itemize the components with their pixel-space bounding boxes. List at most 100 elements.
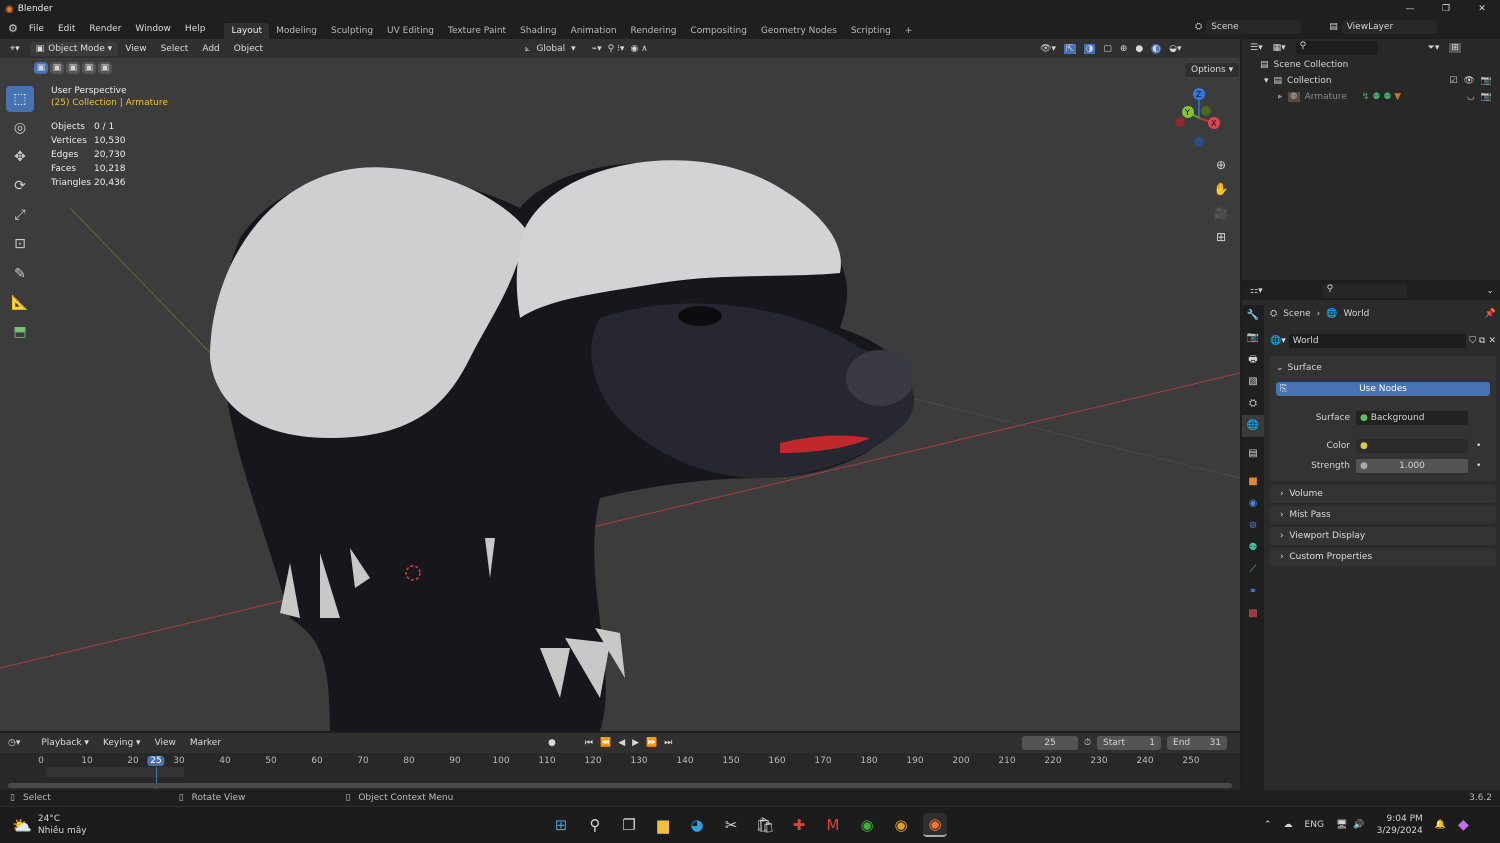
scale-tool-icon[interactable]: ⤢ (6, 202, 34, 228)
app-icon[interactable]: ✚ (787, 813, 811, 837)
timeline-scrollbar[interactable] (8, 783, 1232, 788)
menu-timeline-view[interactable]: View (148, 738, 183, 748)
bone-constraint-tab-icon[interactable]: ⚭ (1242, 581, 1264, 603)
jump-keyframe-forward-icon[interactable]: ⏩ (646, 738, 657, 748)
output-tab-icon[interactable]: 🖶 (1242, 349, 1264, 371)
mail-app-icon[interactable]: M (821, 813, 845, 837)
blender-menu-icon[interactable]: ⚙ (8, 22, 18, 35)
menu-view[interactable]: View (118, 44, 153, 54)
hidden-eye-icon[interactable]: ◡ (1467, 92, 1475, 102)
solid-shading-icon[interactable]: ● (1135, 44, 1143, 54)
task-view-icon[interactable]: ❐ (617, 813, 641, 837)
gizmo-toggle-icon[interactable]: ⇱ (1063, 43, 1076, 54)
current-frame-field[interactable]: 25 (1022, 736, 1078, 750)
tab-sculpting[interactable]: Sculpting (324, 23, 380, 39)
filter-icon[interactable]: ⏷▾ (1428, 43, 1440, 53)
ortho-grid-icon[interactable]: ⊞ (1212, 225, 1230, 249)
collection-tab-icon[interactable]: ▤ (1242, 443, 1264, 465)
tab-geometry-nodes[interactable]: Geometry Nodes (754, 23, 844, 39)
outliner-row-collection[interactable]: ▾ ▤ Collection ☑ 👁 📷 (1242, 73, 1500, 89)
object-data-tab-icon[interactable]: ⚉ (1242, 537, 1264, 559)
scene-icon[interactable]: ⛭ (1195, 22, 1202, 32)
fake-user-icon[interactable]: ⛉ (1469, 336, 1476, 346)
annotate-tool-icon[interactable]: ✎ (6, 261, 34, 287)
tab-scripting[interactable]: Scripting (844, 23, 898, 39)
blender-taskbar-icon[interactable]: ◉ (923, 813, 947, 837)
menu-render[interactable]: Render (82, 24, 128, 34)
tab-rendering[interactable]: Rendering (624, 23, 684, 39)
menu-select[interactable]: Select (154, 44, 196, 54)
language-indicator[interactable]: ENG (1305, 820, 1324, 830)
search-icon[interactable]: ⚲ (583, 813, 607, 837)
jump-start-icon[interactable]: ⏮ (585, 738, 593, 748)
weather-widget[interactable]: ⛅ 24°C Nhiều mây (12, 813, 87, 837)
add-workspace-button[interactable]: + (898, 23, 920, 39)
xray-icon[interactable]: ▢ (1103, 44, 1112, 54)
physics-tab-icon[interactable]: ◉ (1242, 493, 1264, 515)
exclude-checkbox[interactable]: ☑ (1449, 76, 1457, 86)
overlay-toggle-icon[interactable]: ◑ (1083, 43, 1096, 54)
expand-arrow-icon[interactable]: ▾ (1264, 76, 1269, 86)
render-camera-icon[interactable]: 📷 (1481, 76, 1492, 86)
select-subtract-icon[interactable]: ▣ (66, 62, 80, 74)
editor-type-icon[interactable]: ⌖▾ (10, 44, 20, 54)
outliner-filter-icon[interactable]: ▦▾ (1273, 43, 1286, 53)
render-tab-icon[interactable]: 📷 (1242, 327, 1264, 349)
menu-window[interactable]: Window (128, 24, 178, 34)
volume-icon[interactable]: 🔊 (1353, 820, 1364, 830)
select-invert-icon[interactable]: ▣ (82, 62, 96, 74)
pan-hand-icon[interactable]: ✋ (1212, 177, 1230, 201)
jump-keyframe-back-icon[interactable]: ⏪ (600, 738, 611, 748)
duplicate-icon[interactable]: ⧉ (1479, 336, 1485, 346)
select-new-icon[interactable]: ▣ (34, 62, 48, 74)
show-hidden-icons-chevron[interactable]: ⌃ (1264, 820, 1272, 830)
rendered-shading-icon[interactable]: ◒▾ (1169, 44, 1181, 54)
menu-edit[interactable]: Edit (51, 24, 82, 34)
select-extend-icon[interactable]: ▣ (50, 62, 64, 74)
play-reverse-icon[interactable]: ◀ (618, 738, 625, 748)
surface-shader-field[interactable]: ● Background (1356, 410, 1468, 425)
unlink-icon[interactable]: ✕ (1488, 336, 1496, 346)
select-intersect-icon[interactable]: ▣ (98, 62, 112, 74)
tab-modeling[interactable]: Modeling (269, 23, 324, 39)
view-layer-tab-icon[interactable]: ▧ (1242, 371, 1264, 393)
camera-view-icon[interactable]: 🎥 (1212, 201, 1230, 225)
color-field[interactable]: ● (1356, 438, 1468, 453)
measure-tool-icon[interactable]: 📐 (6, 290, 34, 316)
file-explorer-icon[interactable]: ▆ (651, 813, 675, 837)
tab-texture-paint[interactable]: Texture Paint (441, 23, 513, 39)
jump-end-icon[interactable]: ⏭ (664, 738, 672, 748)
world-name-field[interactable]: World (1288, 334, 1467, 348)
view-layer-icon[interactable]: ▤ (1329, 22, 1338, 32)
material-shading-icon[interactable]: ◐ (1151, 43, 1162, 54)
tool-tab-icon[interactable]: 🔧 (1242, 305, 1264, 327)
menu-playback[interactable]: Playback ▾ (34, 738, 96, 748)
onedrive-cloud-icon[interactable]: ☁ (1284, 820, 1293, 830)
windows-start-icon[interactable]: ⊞ (549, 813, 573, 837)
menu-add[interactable]: Add (195, 44, 226, 54)
mode-dropdown[interactable]: ▣ Object Mode ▾ (29, 41, 119, 56)
snipping-tool-icon[interactable]: ✂ (719, 813, 743, 837)
outliner-row-scene-collection[interactable]: ▤ Scene Collection (1242, 57, 1500, 73)
auto-keying-icon[interactable]: ● (548, 738, 556, 748)
orientation-dropdown[interactable]: Global (536, 44, 565, 54)
end-frame-field[interactable]: End 31 (1167, 736, 1228, 750)
play-icon[interactable]: ▶ (632, 738, 639, 748)
menu-file[interactable]: File (22, 24, 51, 34)
move-tool-icon[interactable]: ✥ (6, 144, 34, 170)
texture-tab-icon[interactable]: ▩ (1242, 603, 1264, 625)
properties-editor-type-icon[interactable]: ⚏▾ (1250, 286, 1263, 296)
preview-range-icon[interactable]: ⏱ (1084, 738, 1091, 748)
maximize-button[interactable]: ❐ (1428, 4, 1464, 14)
tab-compositing[interactable]: Compositing (684, 23, 754, 39)
tab-layout[interactable]: Layout (224, 23, 270, 39)
options-button[interactable]: Options ▾ (1185, 63, 1240, 77)
menu-help[interactable]: Help (178, 24, 213, 34)
start-frame-field[interactable]: Start 1 (1097, 736, 1162, 750)
mist-pass-panel[interactable]: › Mist Pass (1270, 506, 1496, 524)
chrome-icon[interactable]: ◉ (855, 813, 879, 837)
custom-properties-panel[interactable]: › Custom Properties (1270, 548, 1496, 566)
scene-selector[interactable]: Scene (1206, 20, 1302, 34)
rotate-tool-icon[interactable]: ⟳ (6, 173, 34, 199)
keyframe-dot-icon[interactable]: • (1476, 461, 1481, 471)
